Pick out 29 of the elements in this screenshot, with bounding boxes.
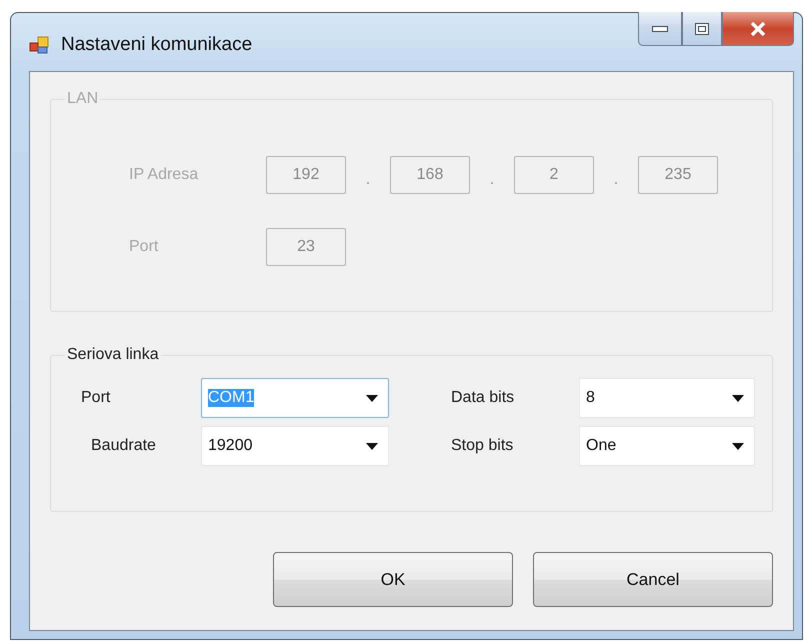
field-label: IP Adresa (129, 166, 200, 184)
caret-icon (366, 394, 378, 402)
group-title: LAN (66, 90, 100, 108)
maximize-button[interactable] (682, 12, 722, 46)
close-icon (750, 22, 766, 36)
field-label: Port (81, 389, 112, 407)
dot-separator: . (612, 170, 620, 189)
minimize-icon (652, 26, 668, 32)
close-button[interactable] (722, 12, 794, 46)
caret-icon (732, 442, 744, 450)
field-label: Data bits (451, 389, 516, 407)
field-label: Stop bits (451, 437, 514, 455)
dropdown-field[interactable]: One (579, 426, 755, 466)
dot-separator: . (364, 170, 372, 189)
window-title: Nastaveni komunikace (61, 34, 252, 56)
caret-icon (366, 442, 378, 450)
dropdown-field[interactable]: 8 (579, 378, 755, 418)
dropdown-field[interactable]: COM1 (201, 378, 389, 418)
dropdown-field[interactable]: 19200 (201, 426, 389, 466)
cancel-button[interactable]: Cancel (533, 552, 773, 607)
dot-separator: . (488, 170, 496, 189)
caret-icon (732, 394, 744, 402)
field-label: Port (129, 238, 160, 256)
ok-button[interactable]: OK (273, 552, 513, 607)
minimize-button[interactable] (638, 12, 682, 46)
group-title: Seriova linka (66, 346, 160, 364)
maximize-icon (695, 22, 709, 34)
app-icon (29, 35, 49, 55)
field-label: Baudrate (90, 437, 157, 455)
